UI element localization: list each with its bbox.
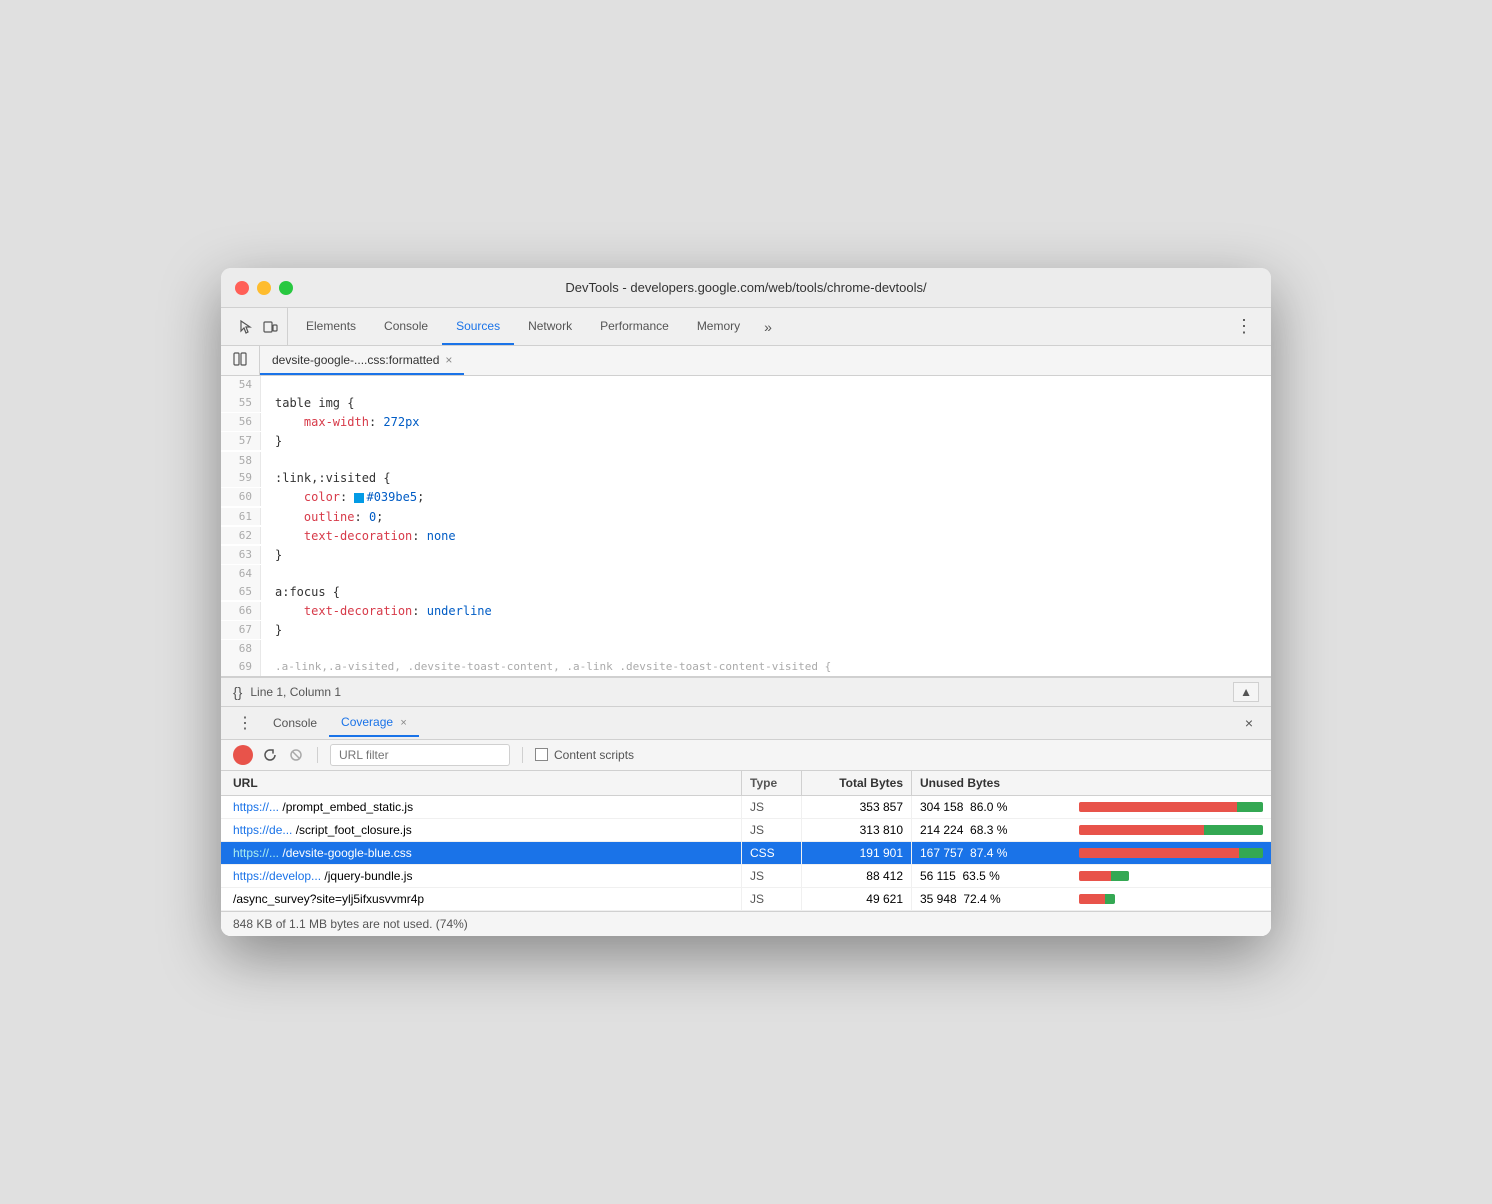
reload-button[interactable] — [261, 746, 279, 764]
row-url-2: https://... /devsite-google-blue.css — [221, 842, 741, 864]
col-header-unused: Unused Bytes — [911, 771, 1071, 795]
row-type-1: JS — [741, 819, 801, 841]
code-line-60: 60 color: #039be5; — [221, 488, 1271, 507]
coverage-row-4[interactable]: /async_survey?site=ylj5ifxusvvmr4p JS 49… — [221, 888, 1271, 911]
code-line-67: 67 } — [221, 621, 1271, 640]
row-type-3: JS — [741, 865, 801, 887]
coverage-tab-close[interactable]: × — [400, 717, 406, 729]
title-bar: DevTools - developers.google.com/web/too… — [221, 268, 1271, 308]
code-line-55: 55 table img { — [221, 394, 1271, 413]
content-scripts-checkbox[interactable] — [535, 748, 548, 761]
format-icon[interactable]: {} — [233, 684, 242, 700]
row-total-2: 191 901 — [801, 842, 911, 864]
row-total-1: 313 810 — [801, 819, 911, 841]
row-unused-2: 167 757 87.4 % — [911, 842, 1071, 864]
row-url-1: https://de... /script_foot_closure.js — [221, 819, 741, 841]
tab-console[interactable]: Console — [370, 308, 442, 345]
record-button[interactable] — [233, 745, 253, 765]
code-line-62: 62 text-decoration: none — [221, 527, 1271, 546]
coverage-row-0[interactable]: https://... /prompt_embed_static.js JS 3… — [221, 796, 1271, 819]
cursor-icon[interactable] — [237, 318, 255, 336]
code-editor[interactable]: 54 55 table img { 56 max-width: 272px 57… — [221, 376, 1271, 676]
source-tab-close[interactable]: × — [445, 353, 452, 367]
toolbar-separator — [317, 747, 318, 763]
row-type-0: JS — [741, 796, 801, 818]
source-file-tab[interactable]: devsite-google-....css:formatted × — [260, 347, 464, 375]
clear-button[interactable] — [287, 746, 305, 764]
row-bar-0 — [1071, 798, 1271, 816]
drawer-menu-button[interactable]: ⋮ — [229, 707, 261, 739]
device-icon[interactable] — [261, 318, 279, 336]
cursor-position: Line 1, Column 1 — [250, 685, 341, 699]
url-filter-input[interactable] — [330, 744, 510, 766]
toolbar-separator-2 — [522, 747, 523, 763]
minimize-button[interactable] — [257, 281, 271, 295]
status-bar: {} Line 1, Column 1 ▲ — [221, 677, 1271, 707]
col-header-type: Type — [741, 771, 801, 795]
coverage-toolbar: Content scripts — [221, 740, 1271, 771]
tab-elements[interactable]: Elements — [292, 308, 370, 345]
scroll-to-top-button[interactable]: ▲ — [1233, 682, 1259, 702]
col-header-total: Total Bytes — [801, 771, 911, 795]
coverage-table-header: URL Type Total Bytes Unused Bytes — [221, 771, 1271, 796]
bottom-tab-bar: ⋮ Console Coverage × × — [221, 707, 1271, 740]
row-total-0: 353 857 — [801, 796, 911, 818]
source-tab-bar: devsite-google-....css:formatted × — [221, 346, 1271, 376]
window-title: DevTools - developers.google.com/web/too… — [565, 280, 926, 295]
row-unused-3: 56 115 63.5 % — [911, 865, 1071, 887]
more-tabs-button[interactable]: » — [754, 308, 782, 345]
row-total-3: 88 412 — [801, 865, 911, 887]
source-filename: devsite-google-....css:formatted — [272, 353, 439, 367]
code-line-65: 65 a:focus { — [221, 583, 1271, 602]
code-line-56: 56 max-width: 272px — [221, 413, 1271, 432]
code-line-61: 61 outline: 0; — [221, 508, 1271, 527]
coverage-row-2[interactable]: https://... /devsite-google-blue.css CSS… — [221, 842, 1271, 865]
code-line-69: 69 .a-link,.a-visited, .devsite-toast-co… — [221, 658, 1271, 676]
code-line-64: 64 — [221, 565, 1271, 583]
row-unused-0: 304 158 86.0 % — [911, 796, 1071, 818]
coverage-row-3[interactable]: https://develop... /jquery-bundle.js JS … — [221, 865, 1271, 888]
tab-network[interactable]: Network — [514, 308, 586, 345]
row-bar-3 — [1071, 867, 1271, 885]
col-header-url: URL — [221, 771, 741, 795]
row-type-4: JS — [741, 888, 801, 910]
row-total-4: 49 621 — [801, 888, 911, 910]
maximize-button[interactable] — [279, 281, 293, 295]
code-line-63: 63 } — [221, 546, 1271, 565]
source-panel-toggle[interactable] — [221, 346, 260, 375]
row-bar-2 — [1071, 844, 1271, 862]
code-line-59: 59 :link,:visited { — [221, 469, 1271, 488]
traffic-lights — [235, 281, 293, 295]
devtools-icon-group — [229, 308, 288, 345]
row-bar-4 — [1071, 890, 1271, 908]
content-scripts-label: Content scripts — [535, 748, 634, 762]
row-url-0: https://... /prompt_embed_static.js — [221, 796, 741, 818]
close-drawer-button[interactable]: × — [1235, 709, 1263, 737]
col-header-bar — [1071, 771, 1271, 795]
row-unused-1: 214 224 68.3 % — [911, 819, 1071, 841]
bottom-panel: ⋮ Console Coverage × × — [221, 707, 1271, 936]
tab-console-drawer[interactable]: Console — [261, 710, 329, 736]
row-url-4: /async_survey?site=ylj5ifxusvvmr4p — [221, 888, 741, 910]
code-line-54: 54 — [221, 376, 1271, 394]
tab-memory[interactable]: Memory — [683, 308, 754, 345]
tab-coverage[interactable]: Coverage × — [329, 709, 419, 737]
row-unused-4: 35 948 72.4 % — [911, 888, 1071, 910]
row-type-2: CSS — [741, 842, 801, 864]
tab-sources[interactable]: Sources — [442, 308, 514, 345]
code-line-68: 68 — [221, 640, 1271, 658]
row-url-3: https://develop... /jquery-bundle.js — [221, 865, 741, 887]
devtools-menu-button[interactable]: ⋮ — [1225, 308, 1263, 345]
coverage-table: URL Type Total Bytes Unused Bytes https:… — [221, 771, 1271, 936]
devtools-tab-bar: Elements Console Sources Network Perform… — [221, 308, 1271, 346]
devtools-window: DevTools - developers.google.com/web/too… — [221, 268, 1271, 935]
coverage-footer: 848 KB of 1.1 MB bytes are not used. (74… — [221, 911, 1271, 936]
row-bar-1 — [1071, 821, 1271, 839]
code-line-66: 66 text-decoration: underline — [221, 602, 1271, 621]
coverage-row-1[interactable]: https://de... /script_foot_closure.js JS… — [221, 819, 1271, 842]
code-line-58: 58 — [221, 452, 1271, 470]
code-line-57: 57 } — [221, 432, 1271, 451]
close-button[interactable] — [235, 281, 249, 295]
tab-performance[interactable]: Performance — [586, 308, 683, 345]
